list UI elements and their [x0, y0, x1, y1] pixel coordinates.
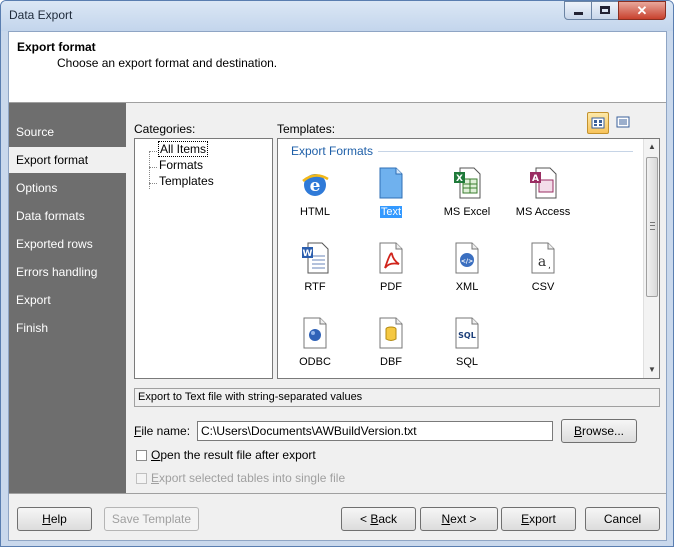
step-title: Export format: [17, 40, 96, 54]
next-button[interactable]: Next >: [420, 507, 498, 531]
tree-connector: [149, 183, 157, 184]
template-html[interactable]: e HTML: [280, 159, 350, 229]
maximize-button[interactable]: [591, 1, 619, 20]
list-view-button[interactable]: [613, 112, 635, 134]
template-xml[interactable]: </> XML: [432, 234, 502, 304]
tree-connector: [149, 167, 157, 168]
csv-icon: a,: [531, 242, 555, 274]
template-label: MS Access: [515, 206, 571, 218]
template-label: CSV: [531, 281, 555, 293]
template-description: Export to Text file with string-separate…: [134, 388, 660, 407]
sidebar-item-options[interactable]: Options: [9, 175, 126, 201]
template-label: MS Excel: [443, 206, 491, 218]
scroll-thumb[interactable]: [646, 157, 658, 297]
sidebar-item-export-format[interactable]: Export format: [9, 147, 126, 173]
large-icons-view-icon: [591, 117, 605, 129]
step-subtitle: Choose an export format and destination.: [57, 56, 278, 70]
dbf-icon: [379, 317, 403, 349]
template-label: PDF: [380, 281, 402, 293]
single-file-checkbox[interactable]: [136, 473, 147, 484]
footer-separator: [9, 493, 666, 494]
sidebar-item-finish[interactable]: Finish: [9, 315, 126, 341]
scroll-up-icon[interactable]: ▲: [644, 139, 659, 155]
open-after-export-checkbox[interactable]: [136, 450, 147, 461]
wizard-steps-sidebar: Source Export format Options Data format…: [9, 103, 126, 493]
template-ms-excel[interactable]: X MS Excel: [432, 159, 502, 229]
template-ms-access[interactable]: A MS Access: [508, 159, 578, 229]
svg-text:SQL: SQL: [458, 331, 476, 340]
window-title: Data Export: [9, 8, 73, 22]
minimize-button[interactable]: [564, 1, 592, 20]
svg-text:a: a: [538, 254, 546, 270]
pdf-icon: [379, 242, 403, 274]
rtf-icon: W: [302, 242, 329, 274]
template-label: RTF: [304, 281, 326, 293]
templates-scrollbar[interactable]: ▲ ▼: [643, 139, 659, 378]
open-after-export-label[interactable]: Open the result file after export: [151, 448, 316, 462]
template-label: DBF: [380, 356, 402, 368]
group-title: Export Formats: [291, 144, 374, 158]
minimize-icon: [574, 12, 583, 15]
template-label: ODBC: [299, 356, 331, 368]
wizard-header: Export format Choose an export format an…: [9, 32, 666, 103]
help-button[interactable]: Help: [17, 507, 92, 531]
template-rtf[interactable]: W RTF: [280, 234, 350, 304]
list-view-icon: [616, 116, 630, 128]
back-button[interactable]: < Back: [341, 507, 416, 531]
close-icon: ✕: [636, 3, 648, 18]
template-label: XML: [455, 281, 479, 293]
file-name-input[interactable]: [197, 421, 553, 441]
odbc-icon: [303, 317, 327, 349]
template-dbf[interactable]: DBF: [356, 309, 426, 378]
text-file-icon: [379, 167, 403, 199]
large-icons-view-button[interactable]: [587, 112, 609, 134]
categories-tree[interactable]: All Items Formats Templates: [134, 138, 273, 379]
save-template-button[interactable]: Save Template: [104, 507, 199, 531]
access-icon: A: [530, 167, 557, 199]
template-label: SQL: [455, 356, 478, 368]
svg-text:,: ,: [548, 261, 551, 271]
template-pdf[interactable]: PDF: [356, 234, 426, 304]
scroll-grip-icon: [650, 222, 655, 230]
svg-text:X: X: [456, 174, 463, 184]
data-export-window: Data Export ✕ Export format Choose an ex…: [0, 0, 674, 547]
template-label: HTML: [300, 206, 330, 218]
template-sql[interactable]: SQL SQL: [432, 309, 502, 378]
html-icon: e: [302, 174, 329, 196]
sidebar-item-data-formats[interactable]: Data formats: [9, 203, 126, 229]
cancel-button[interactable]: Cancel: [585, 507, 660, 531]
template-odbc[interactable]: ODBC: [280, 309, 350, 378]
svg-text:W: W: [303, 249, 313, 259]
svg-text:</>: </>: [461, 258, 473, 265]
group-divider: [378, 151, 633, 152]
sidebar-item-errors-handling[interactable]: Errors handling: [9, 259, 126, 285]
template-csv[interactable]: a, CSV: [508, 234, 578, 304]
sql-icon: SQL: [455, 317, 479, 349]
single-file-label: Export selected tables into single file: [151, 471, 346, 485]
browse-button[interactable]: Browse...: [561, 419, 637, 443]
file-name-label: File name:: [134, 424, 191, 438]
tree-connector: [149, 151, 157, 152]
sidebar-item-source[interactable]: Source: [9, 119, 126, 145]
dialog-client-area: Export format Choose an export format an…: [8, 31, 667, 541]
sidebar-item-exported-rows[interactable]: Exported rows: [9, 231, 126, 257]
tree-item-all-items[interactable]: All Items: [157, 141, 209, 157]
templates-list[interactable]: Export Formats e HTML Text X MS Excel A …: [277, 138, 660, 379]
svg-text:e: e: [310, 176, 321, 196]
templates-label: Templates:: [277, 122, 336, 136]
sidebar-item-export[interactable]: Export: [9, 287, 126, 313]
scroll-down-icon[interactable]: ▼: [644, 362, 659, 378]
svg-text:A: A: [532, 174, 539, 184]
categories-label: Categories:: [134, 122, 196, 136]
close-button[interactable]: ✕: [618, 1, 666, 20]
tree-item-templates[interactable]: Templates: [159, 174, 214, 188]
maximize-icon: [600, 6, 610, 14]
tree-item-formats[interactable]: Formats: [159, 158, 203, 172]
template-label: Text: [379, 206, 403, 218]
export-button[interactable]: Export: [501, 507, 576, 531]
title-bar[interactable]: Data Export ✕: [1, 1, 673, 31]
template-text[interactable]: Text: [356, 159, 426, 229]
xml-icon: </>: [455, 242, 479, 274]
excel-icon: X: [454, 167, 481, 199]
